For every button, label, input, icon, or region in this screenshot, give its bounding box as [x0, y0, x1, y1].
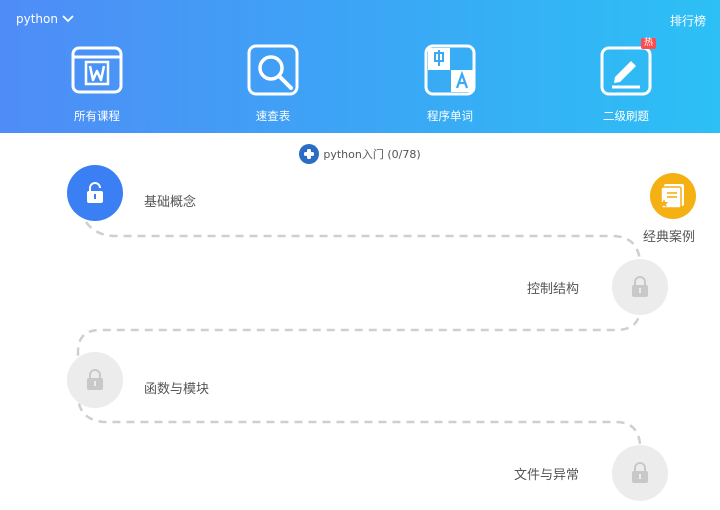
lesson-path: [76, 221, 642, 500]
classic-cases-label: 经典案例: [643, 230, 696, 245]
lesson-label: 函数与模块: [144, 382, 210, 397]
lock-icon: [87, 369, 103, 390]
unlock-icon: [87, 182, 103, 203]
lesson-node-control-structures[interactable]: [612, 259, 668, 315]
lock-icon: [632, 462, 648, 483]
lesson-node-basic-concepts[interactable]: [67, 165, 123, 221]
lesson-label: 文件与异常: [514, 468, 580, 483]
lesson-node-files-exceptions[interactable]: [612, 445, 668, 501]
lesson-node-functions-modules[interactable]: [67, 352, 123, 408]
lock-icon: [632, 276, 648, 297]
classic-cases-button[interactable]: [650, 173, 696, 219]
cases-book-icon: [659, 184, 684, 209]
lesson-label: 控制结构: [527, 282, 580, 297]
lesson-label: 基础概念: [144, 195, 197, 210]
